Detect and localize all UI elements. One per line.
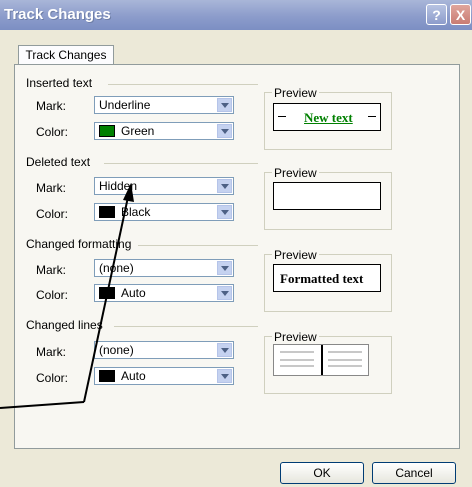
track-changes-dialog: Track Changes ? X Track Changes Inserted…	[0, 0, 472, 487]
ok-button[interactable]: OK	[280, 462, 364, 484]
cancel-button[interactable]: Cancel	[372, 462, 456, 484]
annotation-arrow	[0, 183, 134, 409]
